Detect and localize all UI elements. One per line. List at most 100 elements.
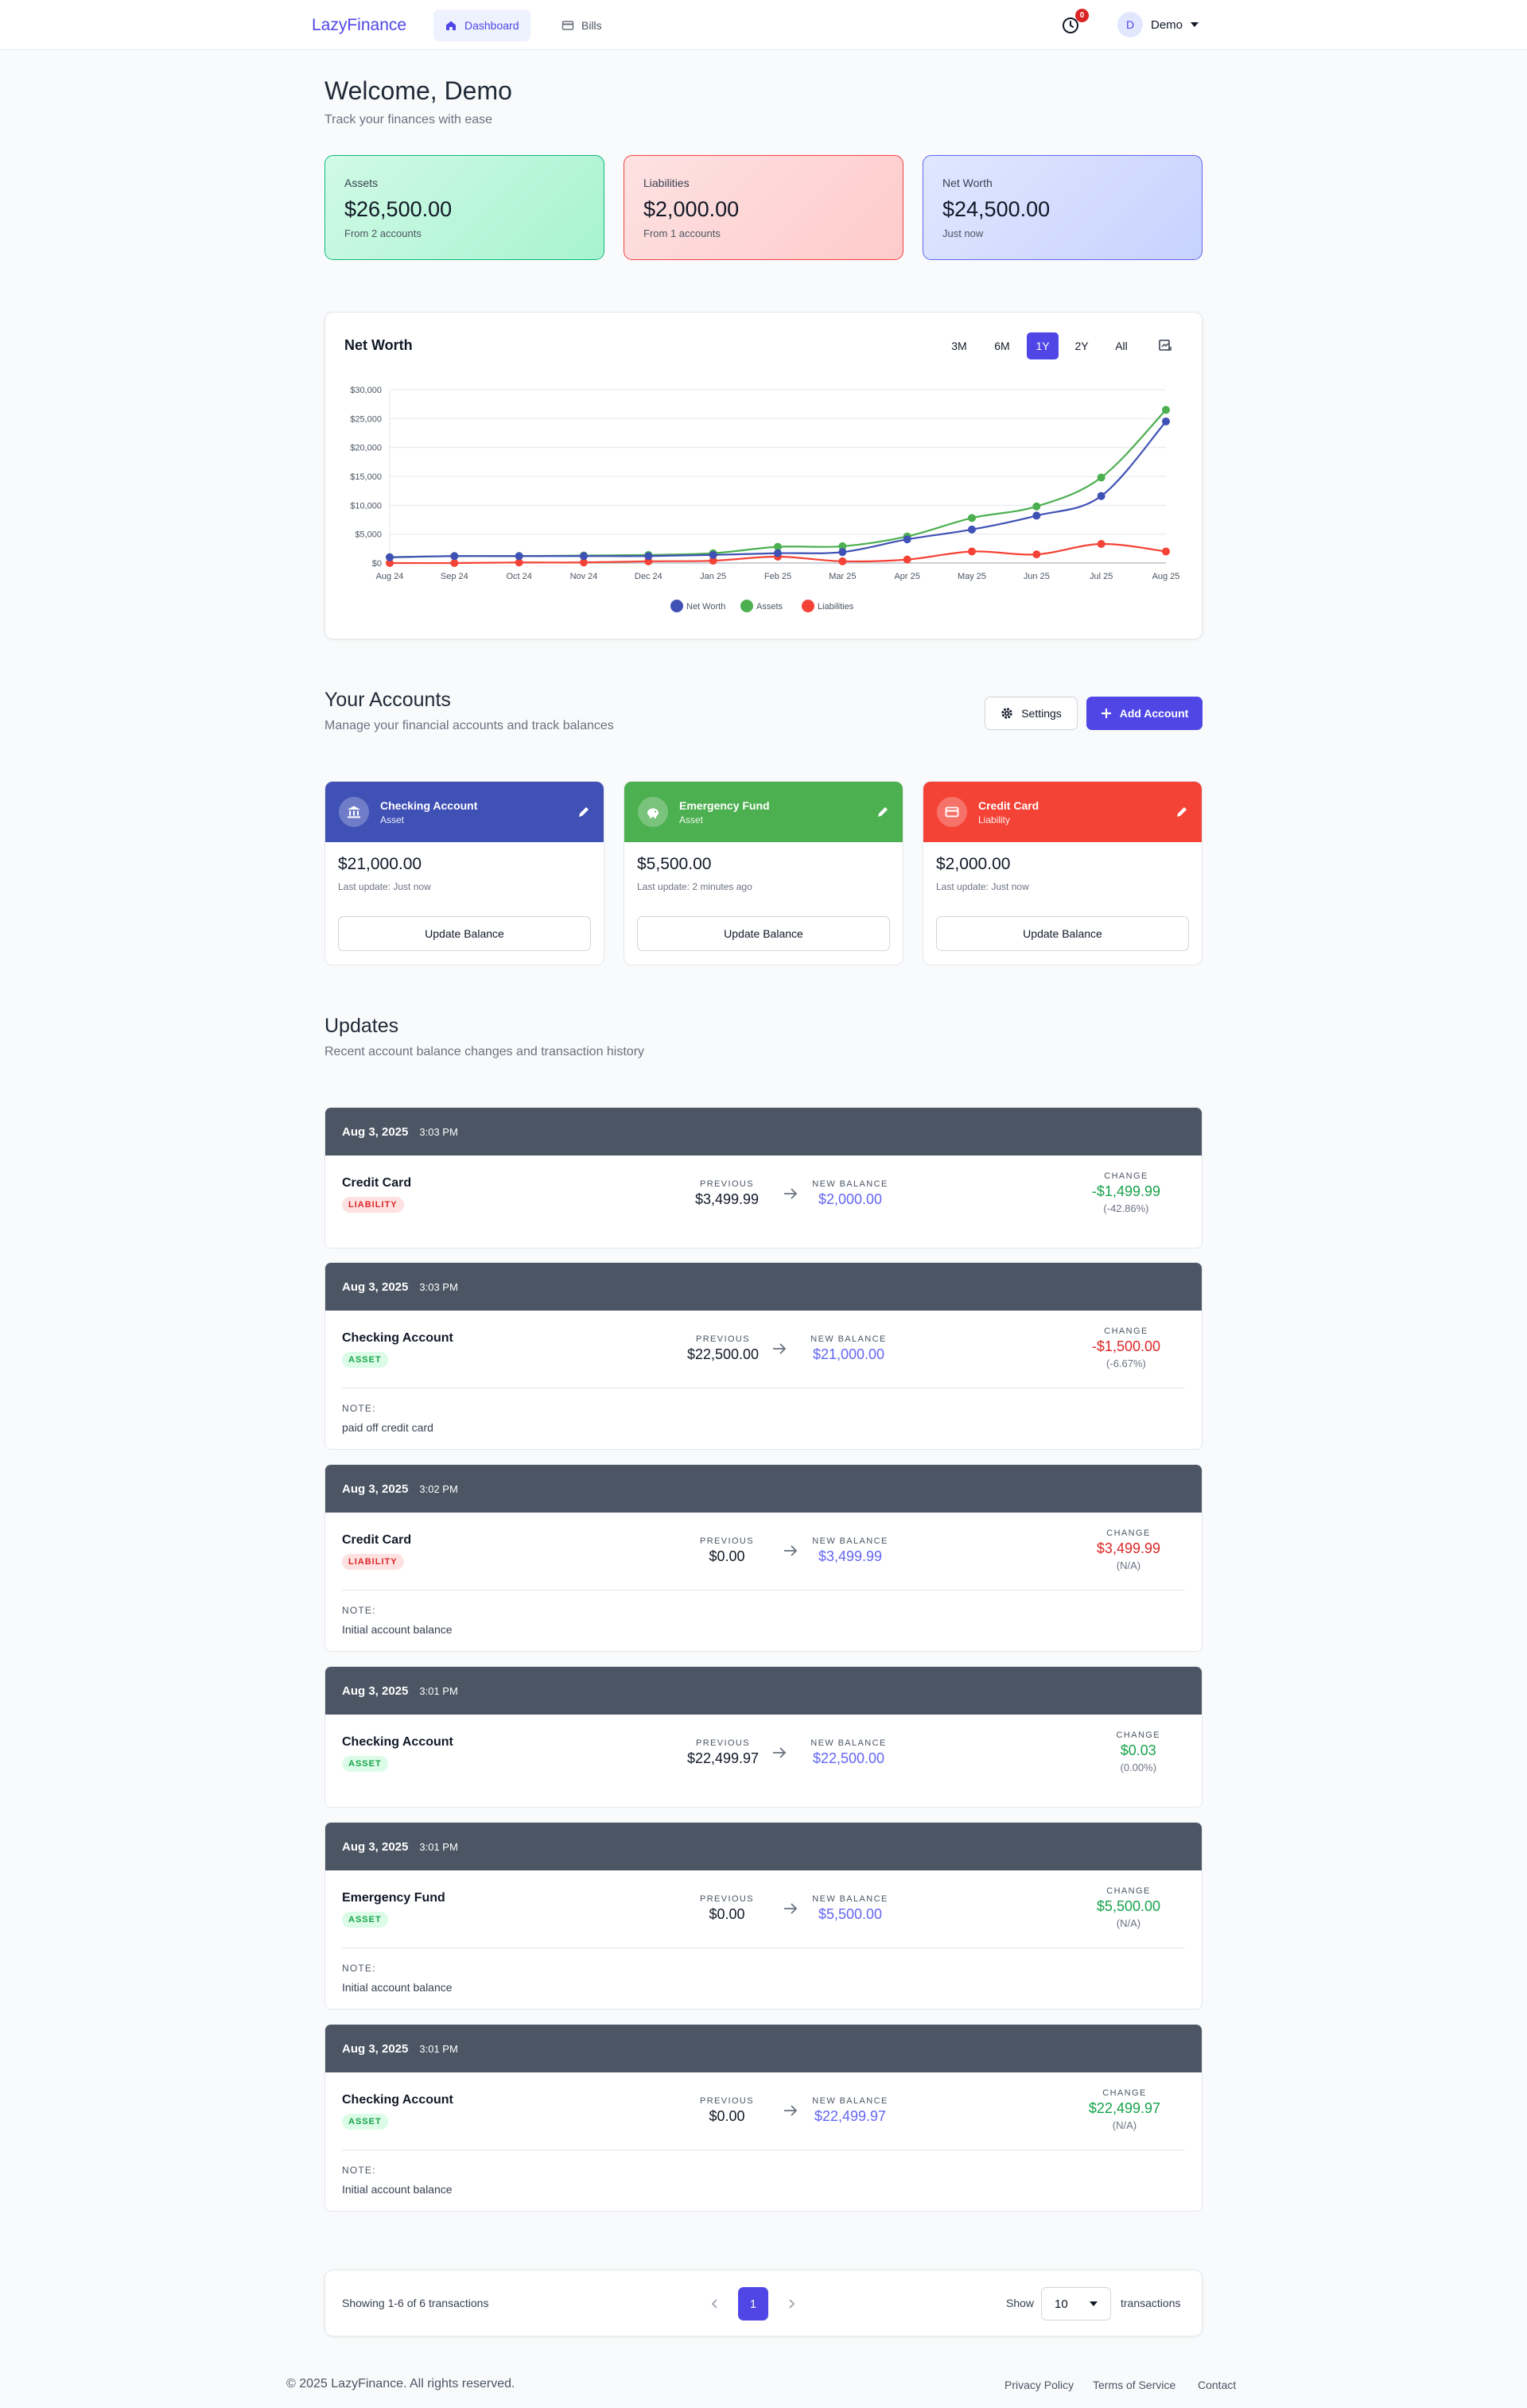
type-badge: ASSET: [342, 1756, 388, 1772]
change-label: CHANGE: [1102, 2088, 1147, 2098]
settings-button[interactable]: Settings: [985, 697, 1078, 730]
x-tick-label: Aug 25: [1152, 572, 1180, 581]
update-note: NOTE: Initial account balance: [342, 1948, 1185, 1994]
update-account-name: Credit Card: [342, 1176, 412, 1190]
account-type: Asset: [679, 814, 704, 825]
chart-title: Net Worth: [344, 337, 413, 353]
change-value: $5,500.00: [1096, 1898, 1160, 1914]
range-2y-button[interactable]: 2Y: [1066, 332, 1098, 359]
update-date: Aug 3, 2025: [342, 1280, 409, 1294]
change: CHANGE $0.03 (0.00%): [1117, 1730, 1160, 1773]
legend-marker: [670, 600, 683, 612]
app-logo[interactable]: LazyFinance: [312, 16, 406, 35]
change: CHANGE $5,500.00 (N/A): [1097, 1886, 1160, 1929]
change-label: CHANGE: [1106, 1886, 1151, 1896]
type-badge: ASSET: [342, 1912, 388, 1928]
change-label: CHANGE: [1116, 1730, 1160, 1740]
account-balance: $21,000.00: [338, 855, 422, 873]
user-menu[interactable]: D Demo: [1117, 12, 1199, 37]
stat-value: $2,000.00: [643, 197, 740, 221]
previous-balance: PREVIOUS $22,499.97: [675, 1738, 771, 1767]
credit-card-icon: [937, 797, 967, 827]
x-tick-label: Dec 24: [635, 572, 662, 581]
previous-value: $22,500.00: [686, 1346, 760, 1362]
change: CHANGE -$1,500.00 (-6.67%): [1092, 1326, 1160, 1369]
change-percent: (N/A): [1116, 1917, 1141, 1929]
account-type: Asset: [380, 814, 405, 825]
data-point: [644, 552, 653, 561]
legend-marker: [740, 600, 753, 612]
legend-label: Liabilities: [818, 602, 854, 612]
updates-section-title: Updates: [324, 1015, 399, 1037]
new-balance-value: $22,499.97: [814, 2108, 887, 2124]
note-label: NOTE:: [342, 2165, 376, 2176]
previous-value: $22,499.97: [686, 1750, 760, 1766]
update-header: Aug 3, 2025 3:02 PM: [325, 1465, 1202, 1513]
update-balance-button[interactable]: Update Balance: [936, 916, 1189, 951]
note-label: NOTE:: [342, 1605, 376, 1616]
x-tick-label: Apr 25: [894, 572, 919, 581]
data-point: [709, 550, 717, 559]
stat-label: Liabilities: [643, 177, 690, 189]
home-icon: [445, 19, 457, 32]
avatar: D: [1117, 12, 1143, 37]
y-tick-label: $30,000: [350, 386, 382, 395]
y-tick-label: $5,000: [355, 530, 382, 540]
update-header: Aug 3, 2025 3:01 PM: [325, 1667, 1202, 1715]
net-worth-line-chart: $0 $5,000 $10,000 $15,000 $20,000 $25,000 $30,…: [350, 386, 1180, 612]
change-value: -$1,499.99: [1091, 1183, 1160, 1199]
previous-value: $0.00: [709, 1548, 745, 1564]
nav-bills-label: Bills: [581, 19, 602, 32]
nav-dashboard[interactable]: Dashboard: [433, 10, 530, 41]
previous-label: PREVIOUS: [695, 1738, 751, 1748]
update-balance-button[interactable]: Update Balance: [338, 916, 591, 951]
card-icon: [561, 19, 574, 32]
y-tick-label: $20,000: [350, 444, 382, 453]
edit-pencil-icon[interactable]: [577, 806, 590, 818]
account-name: Checking Account: [380, 798, 478, 812]
chevron-left-icon[interactable]: [710, 2297, 720, 2310]
update-time: 3:02 PM: [419, 1482, 458, 1495]
previous-value: $3,499.99: [694, 1191, 760, 1207]
type-badge: ASSET: [342, 1352, 388, 1368]
edit-pencil-icon[interactable]: [1175, 806, 1188, 818]
data-point: [774, 549, 782, 557]
range-all-button[interactable]: All: [1105, 332, 1137, 359]
data-point: [1097, 473, 1105, 482]
add-account-button[interactable]: Add Account: [1086, 697, 1203, 730]
caret-down-icon: [1090, 2301, 1098, 2306]
chevron-right-icon[interactable]: [787, 2297, 796, 2310]
update-account-name: Emergency Fund: [342, 1891, 445, 1905]
range-1y-button[interactable]: 1Y: [1027, 332, 1059, 359]
privacy-policy-link[interactable]: Privacy Policy: [1004, 2379, 1074, 2391]
account-card-header: Emergency Fund Asset: [624, 782, 903, 842]
liabilities-stat-card: Liabilities $2,000.00 From 1 accounts: [624, 155, 903, 260]
new-balance-value: $3,499.99: [818, 1548, 883, 1564]
edit-pencil-icon[interactable]: [876, 806, 889, 818]
change-value: $3,499.99: [1096, 1540, 1160, 1556]
series-line-assets: [389, 409, 1167, 558]
new-balance: NEW BALANCE $5,500.00: [802, 1894, 898, 1923]
update-balance-button[interactable]: Update Balance: [637, 916, 890, 951]
data-point: [386, 553, 394, 561]
note-label: NOTE:: [342, 1963, 376, 1974]
page-1-button[interactable]: 1: [738, 2287, 768, 2321]
legend-label: Net Worth: [686, 602, 725, 612]
update-time: 3:01 PM: [419, 2042, 458, 2055]
stat-value: $24,500.00: [942, 197, 1051, 221]
terms-of-service-link[interactable]: Terms of Service: [1093, 2379, 1175, 2391]
data-point: [1032, 502, 1041, 511]
range-6m-button[interactable]: 6M: [986, 332, 1018, 359]
new-balance-label: NEW BALANCE: [810, 1334, 887, 1344]
range-3m-button[interactable]: 3M: [943, 332, 975, 359]
change-percent: (N/A): [1112, 2119, 1137, 2131]
nav-bills[interactable]: Bills: [550, 10, 613, 41]
stat-label: Assets: [344, 177, 379, 189]
page-size-select[interactable]: 10: [1041, 2287, 1111, 2321]
new-balance-value: $22,500.00: [812, 1750, 885, 1766]
update-time: 3:03 PM: [419, 1280, 458, 1293]
chart-export-icon[interactable]: [1157, 338, 1173, 354]
y-tick-label: $0: [372, 559, 382, 569]
previous-label: PREVIOUS: [699, 1894, 755, 1904]
contact-link[interactable]: Contact: [1198, 2379, 1236, 2391]
